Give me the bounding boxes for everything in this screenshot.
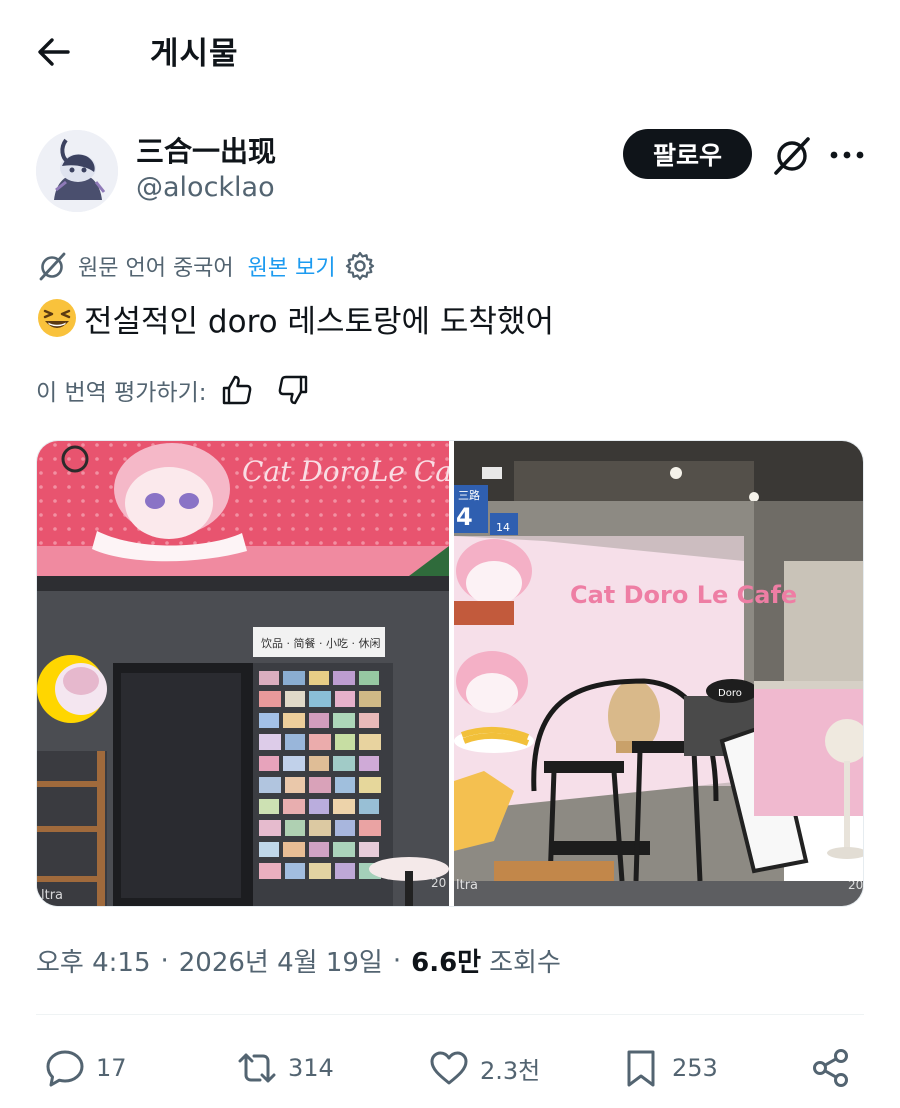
rate-translation-row: 이 번역 평가하기:	[36, 370, 331, 410]
more-button[interactable]	[828, 133, 868, 177]
grok-icon	[774, 137, 810, 175]
post-meta: 오후 4:15 · 2026년 4월 19일 · 6.6만 조회수	[36, 942, 561, 979]
author-row: 三合一出现 @alocklao 팔로우	[0, 120, 900, 220]
reply-button[interactable]: 17	[44, 1040, 127, 1096]
watermark-mid: 20	[431, 876, 446, 890]
reply-icon	[46, 1050, 84, 1087]
street-sub-text: 14	[496, 521, 510, 534]
views-label: 조회수	[489, 948, 561, 978]
meta-separator: ·	[160, 945, 169, 976]
more-horizontal-icon	[830, 151, 864, 159]
thumbs-up-icon[interactable]	[219, 372, 255, 408]
translation-row: 원문 언어 중국어 원본 보기	[36, 249, 376, 283]
street-number-text: 4	[456, 503, 473, 531]
doro-tag-text: Doro	[718, 688, 742, 699]
arrow-left-icon	[38, 38, 70, 66]
cafe-storefront-photo: Cat DoroLe Café 饮品 · 简餐 · 小吃 · 休闲	[37, 441, 449, 906]
watermark-left: ltra	[41, 888, 63, 903]
translation-note: 원문 언어 중국어	[78, 256, 234, 281]
cafe-sign-text: Cat DoroLe Café	[242, 455, 449, 488]
divider	[36, 1014, 864, 1015]
post-photo-2[interactable]: 三路 4 14 Cat Doro Le Cafe Doro ltra 20	[454, 441, 863, 906]
follow-button[interactable]: 팔로우	[623, 129, 752, 179]
like-button[interactable]: 2.3천	[428, 1040, 540, 1096]
views-count: 6.6만	[411, 948, 482, 978]
top-bar: 게시물	[0, 0, 900, 100]
like-count: 2.3천	[480, 1056, 541, 1085]
menu-board-text: 饮品 · 简餐 · 小吃 · 休闲	[261, 636, 380, 650]
gear-icon[interactable]	[344, 250, 376, 282]
translate-icon	[39, 252, 66, 281]
post-media: Cat DoroLe Café 饮品 · 简餐 · 小吃 · 休闲	[36, 440, 864, 907]
repost-count: 314	[288, 1054, 334, 1082]
heart-icon	[430, 1051, 468, 1085]
post-text: 전설적인 doro 레스토랑에 도착했어	[84, 303, 554, 340]
grinning-squinting-face-icon	[38, 299, 76, 337]
repost-icon	[238, 1053, 276, 1083]
post-date[interactable]: 2026년 4월 19일	[179, 942, 383, 979]
avatar[interactable]	[36, 130, 118, 212]
action-bar: 17 314 2.3천 253	[0, 1040, 900, 1096]
share-button[interactable]	[810, 1040, 862, 1096]
watermark-right-left: ltra	[456, 878, 478, 893]
cafe-terrace-photo: 三路 4 14 Cat Doro Le Cafe Doro ltra 20	[454, 441, 863, 906]
user-handle[interactable]: @alocklao	[136, 172, 275, 203]
view-original-link[interactable]: 원본 보기	[248, 250, 336, 282]
bookmark-count: 253	[672, 1054, 718, 1082]
watermark-right-right: 20	[848, 878, 863, 892]
mural-sign-text: Cat Doro Le Cafe	[570, 581, 797, 609]
meta-separator: ·	[392, 945, 402, 976]
bookmark-icon	[627, 1050, 655, 1087]
share-icon	[813, 1049, 848, 1087]
street-sign-text: 三路	[458, 489, 480, 502]
avatar-image	[36, 130, 118, 212]
post-photo-1[interactable]: Cat DoroLe Café 饮品 · 简餐 · 小吃 · 休闲	[37, 441, 449, 906]
thumbs-down-icon[interactable]	[275, 372, 311, 408]
page-title: 게시물	[150, 36, 239, 72]
post-time[interactable]: 오후 4:15	[36, 942, 151, 979]
post-text-row: 전설적인 doro 레스토랑에 도착했어	[36, 296, 554, 340]
rate-translation-label: 이 번역 평가하기:	[36, 380, 207, 406]
bookmark-button[interactable]: 253	[620, 1040, 718, 1096]
grok-button[interactable]	[770, 133, 814, 177]
reply-count: 17	[96, 1054, 127, 1082]
back-button[interactable]	[34, 34, 74, 70]
display-name[interactable]: 三合一出现	[136, 130, 276, 170]
repost-button[interactable]: 314	[236, 1040, 334, 1096]
